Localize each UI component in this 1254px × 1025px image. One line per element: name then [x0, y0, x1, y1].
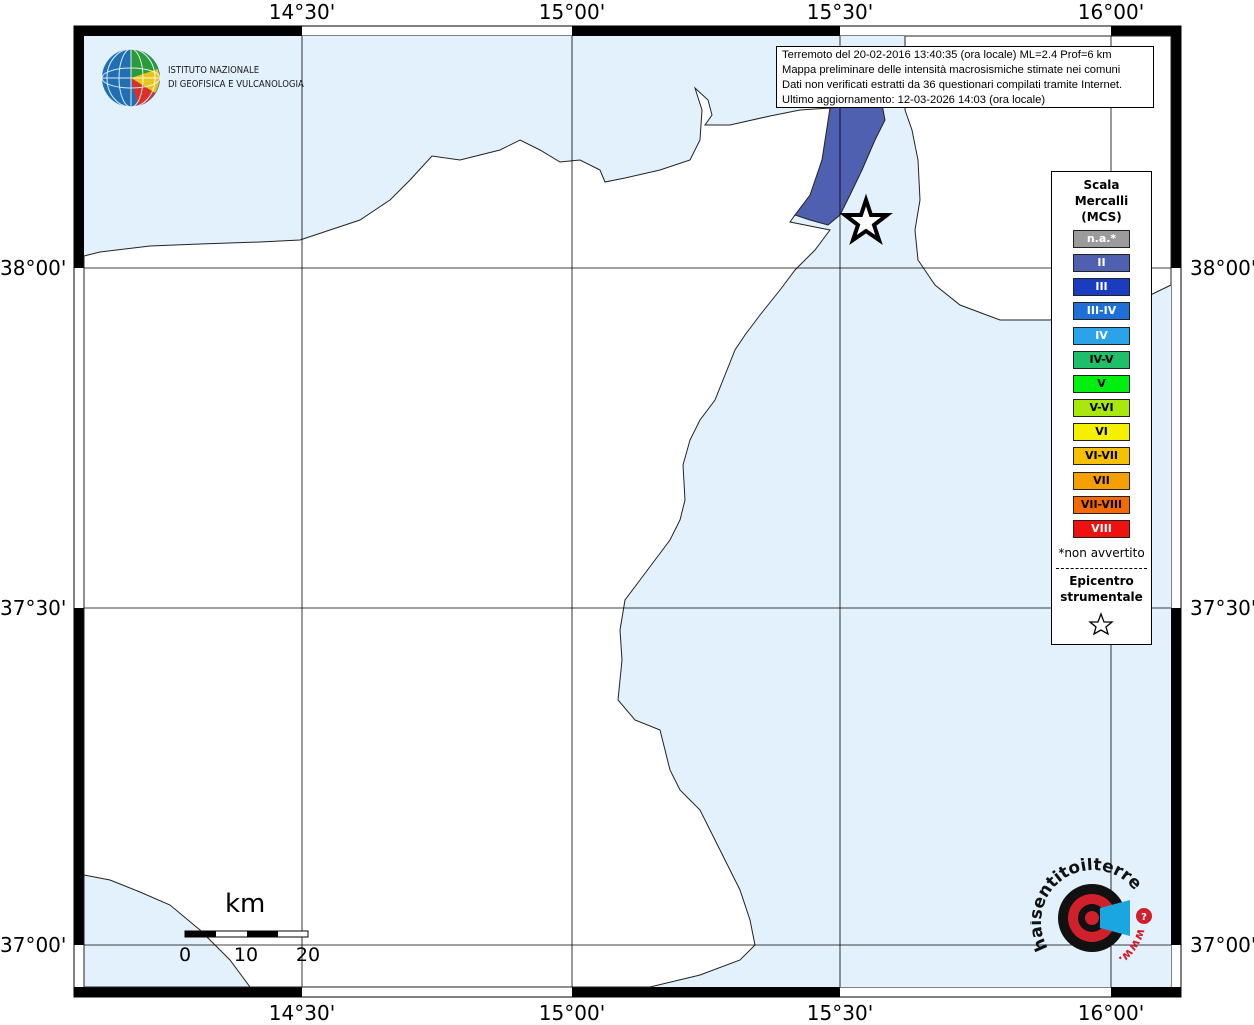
info-line-4: Ultimo aggiornamento: 12-03-2026 14:03 (…: [782, 94, 1046, 106]
info-line-2: Mappa preliminare delle intensità macros…: [782, 64, 1121, 76]
lat-label-right-1: 38°00': [1190, 256, 1254, 280]
legend-class-vii: VII: [1073, 472, 1130, 490]
ingv-name-line-2: DI GEOFISICA E VULCANOLOGIA: [168, 79, 304, 90]
legend-class-vii-viii: VII-VIII: [1073, 496, 1130, 514]
legend-class-vi: VI: [1073, 423, 1130, 441]
scalebar-label-0: 0: [178, 944, 192, 966]
scalebar-label-20: 20: [295, 944, 321, 966]
legend-class-iv-v: IV-V: [1073, 351, 1130, 369]
earthquake-info-box: Terremoto del 20-02-2016 13:40:35 (ora l…: [776, 46, 1154, 108]
lon-label-bottom-4: 16°00': [1077, 1001, 1145, 1025]
legend-class-ii: II: [1073, 254, 1130, 272]
lat-label-left-3: 37°00': [0, 933, 67, 957]
mcs-legend: Scala Mercalli (MCS) n.a.* II III III-IV IV I…: [1051, 171, 1152, 645]
lat-label-left-1: 38°00': [0, 256, 67, 280]
star-icon: [1088, 612, 1114, 636]
legend-class-iv: IV: [1073, 327, 1130, 345]
legend-class-viii: VIII: [1073, 520, 1130, 538]
ingv-name-line-1: ISTITUTO NAZIONALE: [168, 65, 260, 76]
ingv-globe-icon: [101, 48, 161, 108]
legend-title: Scala Mercalli (MCS): [1052, 177, 1151, 225]
svg-text:?: ?: [1141, 912, 1147, 923]
lon-label-bottom-3: 15°30': [806, 1001, 874, 1025]
legend-class-v-vi: V-VI: [1073, 399, 1130, 417]
lon-label-bottom-2: 15°00': [538, 1001, 606, 1025]
ingv-name: ISTITUTO NAZIONALE DI GEOFISICA E VULCAN…: [168, 64, 304, 92]
lon-label-top-1: 14°30': [268, 0, 336, 24]
lat-label-right-3: 37°00': [1190, 933, 1254, 957]
legend-title-line-3: (MCS): [1081, 210, 1122, 224]
lon-label-top-4: 16°00': [1077, 0, 1145, 24]
legend-class-v: V: [1073, 375, 1130, 393]
map-area: [83, 35, 1172, 988]
legend-epicenter-line-2: strumentale: [1060, 590, 1143, 604]
lat-label-left-2: 37°30': [0, 596, 67, 620]
lon-label-top-3: 15°30': [806, 0, 874, 24]
lat-label-right-2: 37°30': [1190, 596, 1254, 620]
info-line-1: Terremoto del 20-02-2016 13:40:35 (ora l…: [782, 49, 1112, 61]
legend-epicenter-line-1: Epicentro: [1069, 574, 1134, 588]
scalebar-label-10: 10: [233, 944, 259, 966]
legend-separator: [1056, 568, 1147, 569]
scalebar: [184, 930, 309, 938]
legend-na-note: *non avvertito: [1058, 546, 1145, 560]
legend-class-iii: III: [1073, 278, 1130, 296]
legend-title-line-1: Scala: [1083, 178, 1120, 192]
info-line-3: Dati non verificati estratti da 36 quest…: [782, 79, 1123, 91]
legend-class-iii-iv: III-IV: [1073, 302, 1130, 320]
legend-class-vi-vii: VI-VII: [1073, 447, 1130, 465]
scalebar-title: km: [225, 889, 266, 919]
haisentito-logo: haisentitoilterremoto.it www. ?: [1030, 858, 1152, 967]
lon-label-bottom-1: 14°30': [268, 1001, 336, 1025]
legend-title-line-2: Mercalli: [1074, 194, 1129, 208]
lon-label-top-2: 15°00': [538, 0, 606, 24]
legend-epicenter-label: Epicentro strumentale: [1052, 573, 1151, 605]
legend-class-n-a: n.a.*: [1073, 230, 1130, 248]
